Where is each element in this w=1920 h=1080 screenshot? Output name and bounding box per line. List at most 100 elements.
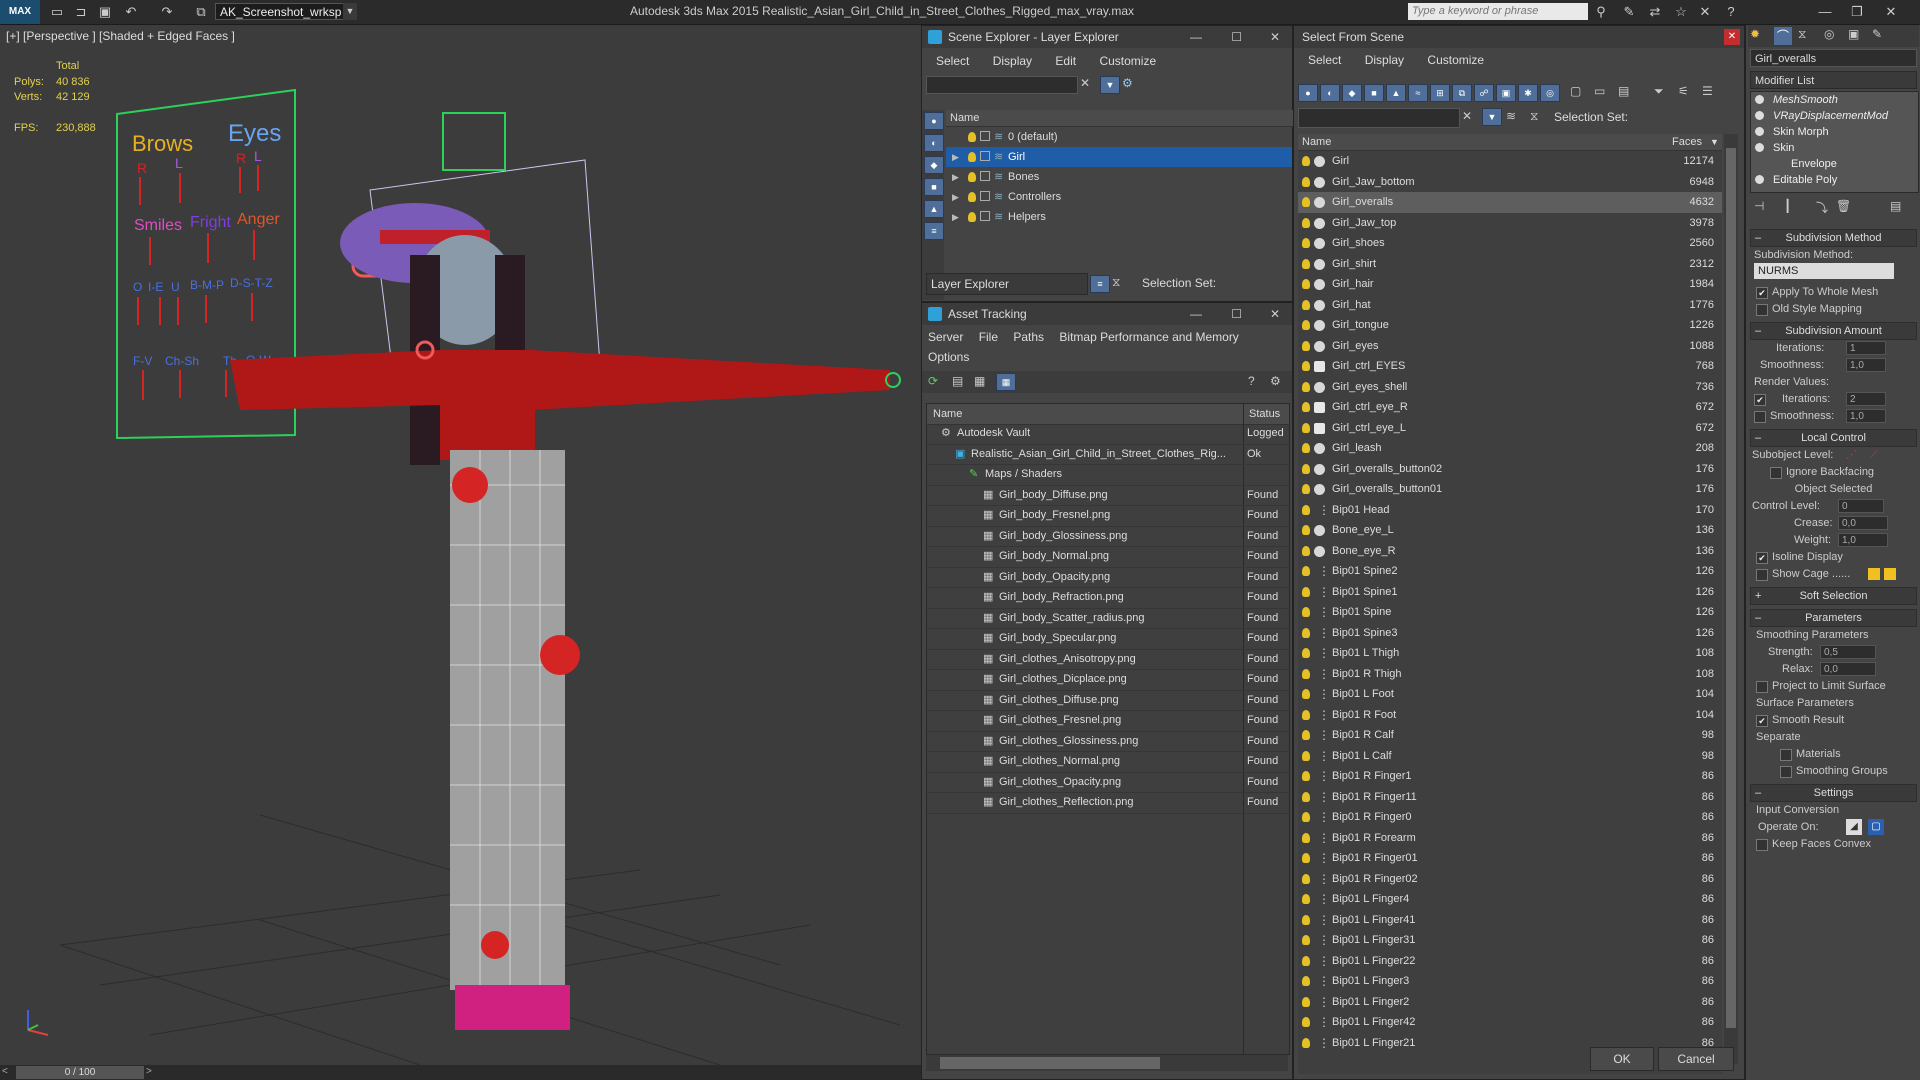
lightbulb-icon[interactable] bbox=[1302, 320, 1310, 330]
display-helpers-icon[interactable]: ▲ bbox=[924, 200, 944, 218]
columns-icon[interactable]: ☰ bbox=[1702, 84, 1713, 98]
asset-row[interactable]: ▦ Girl_body_Glossiness.png Found bbox=[927, 527, 1289, 547]
asset-row[interactable]: ▦ Girl_body_Specular.png Found bbox=[927, 629, 1289, 650]
object-row[interactable]: ⋮ Bip01 Spine3 126 bbox=[1298, 623, 1722, 644]
undo-icon[interactable]: ↶ bbox=[122, 3, 140, 21]
lightbulb-icon[interactable] bbox=[1302, 1037, 1310, 1048]
help-icon[interactable]: ? bbox=[1722, 3, 1740, 21]
object-row[interactable]: Girl_overalls_button02 176 bbox=[1298, 459, 1722, 480]
filter-groups-icon[interactable]: ⊞ bbox=[1430, 84, 1450, 102]
filter-spacewarps-icon[interactable]: ≈ bbox=[1408, 84, 1428, 102]
time-next-icon[interactable]: > bbox=[146, 1066, 152, 1077]
operate-on-polygons-button[interactable]: ▢ bbox=[1868, 819, 1884, 835]
scene-explorer-col-name[interactable]: Name bbox=[946, 110, 1296, 127]
modifier-toggle-icon[interactable] bbox=[1755, 127, 1764, 136]
freeze-icon[interactable] bbox=[980, 151, 990, 161]
layer-row[interactable]: ≋ 0 (default) bbox=[946, 127, 1292, 147]
binoculars-icon[interactable]: ⚲ bbox=[1592, 3, 1610, 21]
rollout-settings[interactable]: – Settings bbox=[1750, 784, 1917, 802]
expand-arrow-icon[interactable]: ▶ bbox=[952, 167, 959, 187]
expand-arrow-icon[interactable]: ▶ bbox=[952, 207, 959, 227]
layer-options-icon[interactable]: ⚙ bbox=[1122, 76, 1133, 90]
menu-file[interactable]: File bbox=[979, 330, 998, 344]
iterations-spinner[interactable]: 1 bbox=[1846, 341, 1886, 355]
ok-button[interactable]: OK bbox=[1590, 1047, 1654, 1071]
menu-server[interactable]: Server bbox=[928, 330, 963, 344]
filter-icon[interactable]: ▼ bbox=[1100, 76, 1120, 94]
operate-on-triangles-button[interactable]: ◢ bbox=[1846, 819, 1862, 835]
lightbulb-icon[interactable] bbox=[1302, 791, 1310, 802]
redo-icon[interactable]: ↷ bbox=[158, 3, 176, 21]
object-row[interactable]: ⋮ Bip01 L Finger31 86 bbox=[1298, 930, 1722, 951]
filter-geometry-icon[interactable]: ● bbox=[1298, 84, 1318, 102]
object-row[interactable]: ⋮ Bip01 Spine1 126 bbox=[1298, 582, 1722, 603]
object-row[interactable]: Girl_leash 208 bbox=[1298, 438, 1722, 459]
workspace-dropdown[interactable]: AK_Screenshot_wrksp bbox=[215, 3, 355, 20]
object-row[interactable]: ⋮ Bip01 L Calf 98 bbox=[1298, 746, 1722, 767]
rollout-subdivision-amount[interactable]: – Subdivision Amount bbox=[1750, 322, 1917, 340]
lightbulb-icon[interactable] bbox=[1302, 627, 1310, 638]
freeze-icon[interactable] bbox=[980, 171, 990, 181]
lightbulb-icon[interactable] bbox=[968, 152, 976, 162]
asset-row[interactable]: ▦ Girl_clothes_Glossiness.png Found bbox=[927, 732, 1289, 752]
object-row[interactable]: ⋮ Bip01 Head 170 bbox=[1298, 500, 1722, 521]
scene-search-input[interactable] bbox=[926, 76, 1078, 94]
object-row[interactable]: ⋮ Bip01 R Calf 98 bbox=[1298, 725, 1722, 746]
maximize-button[interactable]: ☐ bbox=[1231, 26, 1242, 48]
lightbulb-icon[interactable] bbox=[968, 192, 976, 202]
menu-paths[interactable]: Paths bbox=[1013, 330, 1044, 344]
modifier-toggle-icon[interactable] bbox=[1755, 143, 1764, 152]
lightbulb-icon[interactable] bbox=[1302, 197, 1310, 207]
app-logo[interactable]: MAX bbox=[0, 0, 40, 24]
lightbulb-icon[interactable] bbox=[1302, 730, 1310, 740]
minimize-button[interactable]: — bbox=[1190, 303, 1202, 325]
hierarchy-tab-icon[interactable]: ⧖ bbox=[1798, 27, 1806, 42]
asset-scroll-thumb[interactable] bbox=[940, 1057, 1160, 1069]
lightbulb-icon[interactable] bbox=[1302, 853, 1310, 863]
object-row[interactable]: ⋮ Bip01 R Thigh 108 bbox=[1298, 664, 1722, 685]
object-row[interactable]: Girl_Jaw_top 3978 bbox=[1298, 213, 1722, 234]
lightbulb-icon[interactable] bbox=[1302, 504, 1310, 515]
lightbulb-icon[interactable] bbox=[1302, 832, 1310, 843]
lightbulb-icon[interactable] bbox=[968, 172, 976, 182]
asset-row[interactable]: ▦ Girl_body_Normal.png Found bbox=[927, 547, 1289, 568]
object-row[interactable]: Girl_shoes 2560 bbox=[1298, 233, 1722, 254]
search-input[interactable]: Type a keyword or phrase bbox=[1408, 3, 1588, 20]
lightbulb-icon[interactable] bbox=[1302, 812, 1310, 822]
rollout-soft-selection[interactable]: + Soft Selection bbox=[1750, 587, 1917, 605]
time-prev-icon[interactable]: < bbox=[2, 1066, 8, 1077]
modifier-stack-item[interactable]: MeshSmooth bbox=[1751, 92, 1918, 108]
smoothness-spinner[interactable]: 1,0 bbox=[1846, 358, 1886, 372]
display-options-icon[interactable]: ⚟ bbox=[1678, 84, 1689, 98]
object-row[interactable]: ⋮ Bip01 L Finger2 86 bbox=[1298, 992, 1722, 1013]
freeze-icon[interactable] bbox=[980, 211, 990, 221]
object-row[interactable]: Girl_ctrl_EYES 768 bbox=[1298, 356, 1722, 377]
select-all-icon[interactable]: ▢ bbox=[1570, 84, 1581, 98]
object-row[interactable]: Girl_overalls_button01 176 bbox=[1298, 479, 1722, 500]
object-row[interactable]: Bone_eye_L 136 bbox=[1298, 520, 1722, 541]
rollout-parameters[interactable]: – Parameters bbox=[1750, 609, 1917, 627]
make-unique-icon[interactable]: ⤵ bbox=[1816, 199, 1828, 216]
lightbulb-icon[interactable] bbox=[1302, 566, 1310, 576]
modifier-toggle-icon[interactable] bbox=[1755, 175, 1764, 184]
control-level-spinner[interactable]: 0 bbox=[1838, 499, 1884, 513]
configure-sets-icon[interactable]: ▤ bbox=[1890, 199, 1901, 213]
object-row[interactable]: ⋮ Bip01 Spine2 126 bbox=[1298, 561, 1722, 582]
smooth-result-checkbox[interactable]: ✔ bbox=[1756, 715, 1768, 727]
layer-row[interactable]: ▶ ≋ Controllers bbox=[946, 187, 1292, 207]
close-button[interactable]: ✕ bbox=[1876, 2, 1906, 22]
menu-customize[interactable]: Customize bbox=[1099, 54, 1156, 68]
object-row[interactable]: ⋮ Bip01 R Finger01 86 bbox=[1298, 848, 1722, 869]
object-name-field[interactable]: Girl_overalls bbox=[1750, 49, 1917, 67]
rollout-subdivision-method[interactable]: – Subdivision Method bbox=[1750, 229, 1917, 247]
lightbulb-icon[interactable] bbox=[1302, 894, 1310, 904]
lightbulb-icon[interactable] bbox=[1302, 996, 1310, 1007]
filter-containers-icon[interactable]: ▣ bbox=[1496, 84, 1516, 102]
create-tab-icon[interactable]: ✹ bbox=[1750, 27, 1760, 41]
render-smoothness-spinner[interactable]: 1,0 bbox=[1846, 409, 1886, 423]
modifier-list-dropdown[interactable]: Modifier List bbox=[1750, 71, 1917, 89]
display-shapes-icon[interactable]: ◐ bbox=[924, 134, 944, 152]
lightbulb-icon[interactable] bbox=[1302, 525, 1310, 535]
display-tab-icon[interactable]: ▣ bbox=[1848, 27, 1859, 41]
object-row[interactable]: ⋮ Bip01 R Forearm 86 bbox=[1298, 828, 1722, 849]
